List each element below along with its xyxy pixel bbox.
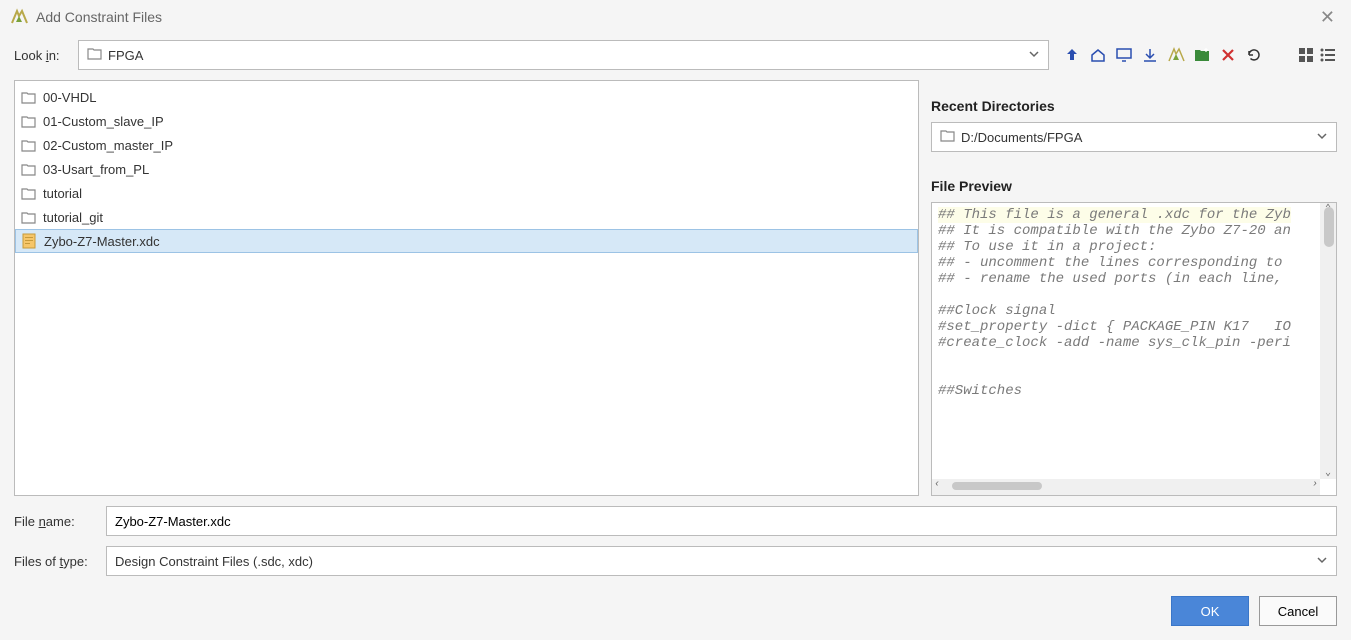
chevron-down-icon [1316, 130, 1328, 145]
scroll-down-arrow-icon[interactable]: ⌄ [1320, 467, 1336, 479]
new-folder-icon[interactable] [1193, 46, 1211, 64]
ok-button[interactable]: OK [1171, 596, 1249, 626]
file-item[interactable]: 03-Usart_from_PL [15, 157, 918, 181]
grid-view-icon[interactable] [1297, 46, 1315, 64]
recent-directories-combo[interactable]: D:/Documents/FPGA [931, 122, 1337, 152]
file-item[interactable]: Zybo-Z7-Master.xdc [15, 229, 918, 253]
file-item[interactable]: tutorial [15, 181, 918, 205]
file-preview-heading: File Preview [931, 178, 1337, 194]
recent-directories-heading: Recent Directories [931, 98, 1337, 114]
chevron-down-icon [1028, 48, 1040, 63]
file-item-label: 01-Custom_slave_IP [43, 114, 164, 129]
titlebar: Add Constraint Files ✕ [0, 0, 1351, 34]
lookin-label: Look in: [14, 48, 68, 63]
preview-line: #set_property -dict { PACKAGE_PIN K17 IO [938, 319, 1314, 335]
vivado-icon[interactable] [1167, 46, 1185, 64]
lookin-combo[interactable]: FPGA [78, 40, 1049, 70]
xdc-file-icon [22, 233, 38, 249]
file-list[interactable]: 00-VHDL 01-Custom_slave_IP 02-Custom_maste… [14, 80, 919, 496]
file-item-label: 03-Usart_from_PL [43, 162, 149, 177]
preview-line [938, 367, 1314, 383]
preview-line: ##Clock signal [938, 303, 1314, 319]
file-item-label: tutorial_git [43, 210, 103, 225]
preview-line: ##Switches [938, 383, 1314, 399]
filetype-combo[interactable]: Design Constraint Files (.sdc, xdc) [106, 546, 1337, 576]
preview-line: ## - rename the used ports (in each line… [938, 271, 1314, 287]
window-title: Add Constraint Files [36, 9, 1314, 25]
folder-icon [21, 113, 37, 129]
folder-icon [87, 47, 102, 63]
preview-line [938, 351, 1314, 367]
preview-line: ## This file is a general .xdc for the Z… [938, 207, 1314, 223]
file-preview: ## This file is a general .xdc for the Z… [931, 202, 1337, 496]
toolbar [1059, 46, 1337, 64]
up-arrow-icon[interactable] [1063, 46, 1081, 64]
file-item-label: tutorial [43, 186, 82, 201]
folder-icon [21, 137, 37, 153]
recent-directories-value: D:/Documents/FPGA [961, 130, 1316, 145]
chevron-down-icon [1316, 554, 1328, 569]
filetype-label: Files of type: [14, 554, 106, 569]
filename-input[interactable] [106, 506, 1337, 536]
preview-line: ## - uncomment the lines corresponding t… [938, 255, 1314, 271]
home-icon[interactable] [1089, 46, 1107, 64]
file-item-label: 00-VHDL [43, 90, 96, 105]
preview-horizontal-scrollbar[interactable]: ‹ › [932, 479, 1320, 495]
preview-line: ## It is compatible with the Zybo Z7-20 … [938, 223, 1314, 239]
download-icon[interactable] [1141, 46, 1159, 64]
file-item[interactable]: 02-Custom_master_IP [15, 133, 918, 157]
desktop-icon[interactable] [1115, 46, 1133, 64]
scroll-right-arrow-icon[interactable]: › [1312, 479, 1318, 490]
preview-line [938, 287, 1314, 303]
file-item-label: 02-Custom_master_IP [43, 138, 173, 153]
folder-icon [21, 89, 37, 105]
filename-label: File name: [14, 514, 106, 529]
preview-vertical-scrollbar[interactable]: ⌃ ⌄ [1320, 203, 1336, 479]
folder-icon [21, 185, 37, 201]
close-icon[interactable]: ✕ [1314, 7, 1341, 28]
file-item[interactable]: 01-Custom_slave_IP [15, 109, 918, 133]
refresh-icon[interactable] [1245, 46, 1263, 64]
folder-icon [21, 209, 37, 225]
file-item-label: Zybo-Z7-Master.xdc [44, 234, 160, 249]
folder-icon [940, 129, 955, 145]
file-item[interactable]: 00-VHDL [15, 85, 918, 109]
lookin-value: FPGA [108, 48, 1028, 63]
preview-line: #create_clock -add -name sys_clk_pin -pe… [938, 335, 1314, 351]
vivado-app-icon [10, 8, 28, 26]
cancel-button[interactable]: Cancel [1259, 596, 1337, 626]
folder-icon [21, 161, 37, 177]
list-view-icon[interactable] [1319, 46, 1337, 64]
preview-line: ## To use it in a project: [938, 239, 1314, 255]
file-item[interactable]: tutorial_git [15, 205, 918, 229]
scroll-left-arrow-icon[interactable]: ‹ [934, 479, 940, 490]
scroll-thumb[interactable] [952, 482, 1042, 490]
filetype-value: Design Constraint Files (.sdc, xdc) [115, 554, 1316, 569]
delete-icon[interactable] [1219, 46, 1237, 64]
scroll-thumb[interactable] [1324, 207, 1334, 247]
